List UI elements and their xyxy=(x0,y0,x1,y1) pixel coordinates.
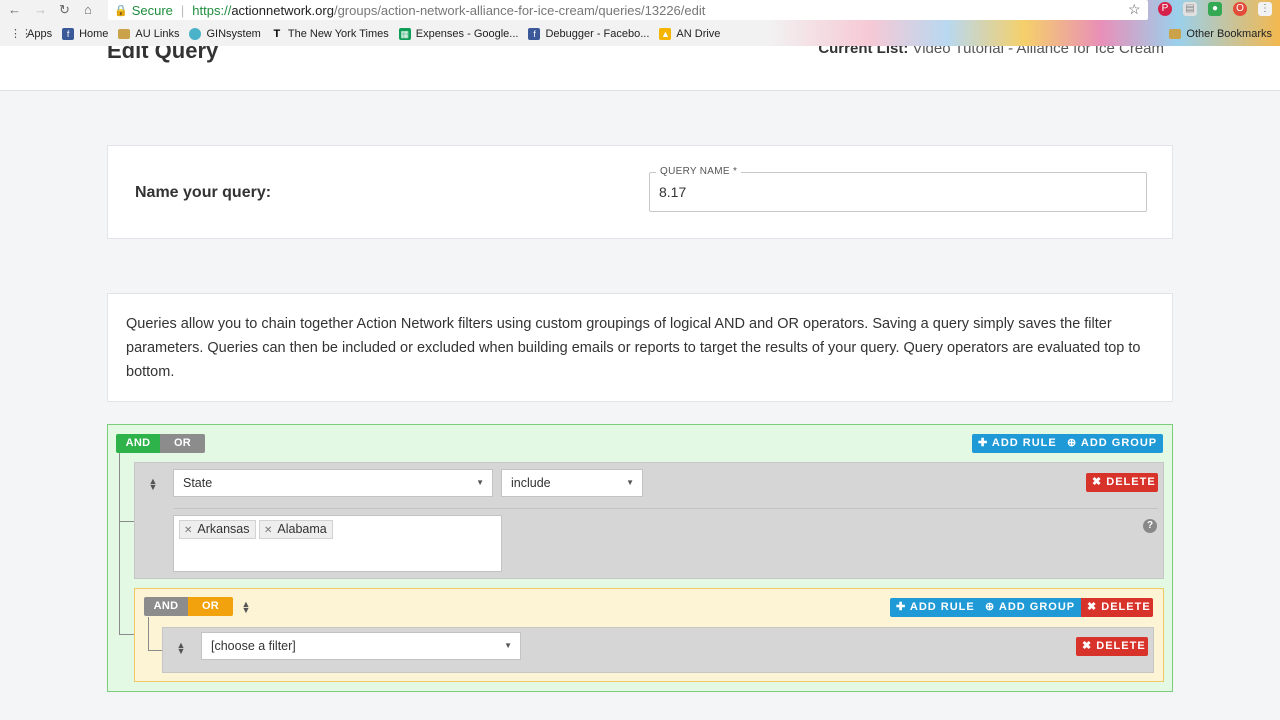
delete-group-button[interactable]: ✖ DELETE xyxy=(1081,598,1153,617)
bookmark-apps[interactable]: ⋮⋮ Apps xyxy=(10,28,52,40)
remove-tag-icon[interactable]: ✕ xyxy=(264,525,272,536)
remove-tag-icon[interactable]: ✕ xyxy=(184,525,192,536)
forward-icon[interactable]: → xyxy=(34,2,47,18)
plus-circle-icon: ⊕ xyxy=(1067,437,1081,449)
url-domain: actionnetwork.org xyxy=(231,2,334,18)
current-list-label: Current List: xyxy=(818,46,909,57)
close-icon: ✖ xyxy=(1082,640,1097,652)
filter-select[interactable]: State ▼ xyxy=(173,469,493,497)
browser-chrome: ← → ↻ ⌂ 🔒 Secure | https:// actionnetwor… xyxy=(0,0,1280,46)
page-header: Edit Query Current List: Video Tutorial … xyxy=(0,46,1280,91)
tree-line xyxy=(148,650,162,651)
bookmark-ginsystem[interactable]: GINsystem xyxy=(189,28,261,40)
bookmark-au-links[interactable]: AU Links xyxy=(118,28,179,40)
home-icon[interactable]: ⌂ xyxy=(84,2,92,18)
query-name-field[interactable]: QUERY NAME * 8.17 xyxy=(649,166,1147,212)
pinterest-icon[interactable]: P xyxy=(1158,2,1172,16)
nyt-icon: T xyxy=(273,28,281,40)
bookmark-nyt[interactable]: T The New York Times xyxy=(271,28,388,40)
bookmark-an-drive[interactable]: ▲ AN Drive xyxy=(659,28,720,40)
nested-add-rule-button[interactable]: ✚ ADD RULE xyxy=(890,598,979,617)
group-sort-handle-icon[interactable]: ▲ ▼ xyxy=(241,600,251,615)
tree-line xyxy=(119,453,120,635)
lock-icon: 🔒 xyxy=(114,4,128,17)
add-rule-button[interactable]: ✚ ADD RULE xyxy=(972,434,1061,453)
nested-add-group-button[interactable]: ⊕ ADD GROUP xyxy=(979,598,1081,617)
description-card: Queries allow you to chain together Acti… xyxy=(107,293,1173,402)
tree-line xyxy=(119,634,135,635)
menu-dots-icon[interactable]: ⋮ xyxy=(1258,2,1272,16)
description-text: Queries allow you to chain together Acti… xyxy=(126,316,1141,380)
url-scheme: https:// xyxy=(192,2,232,18)
folder-icon xyxy=(118,29,131,39)
plus-circle-icon: ⊕ xyxy=(985,601,999,613)
address-row: ← → ↻ ⌂ 🔒 Secure | https:// actionnetwor… xyxy=(0,0,1280,20)
and-toggle[interactable]: AND xyxy=(116,434,160,453)
bookmark-expenses[interactable]: ▦ Expenses - Google... xyxy=(398,28,518,40)
bookmark-debugger[interactable]: f Debugger - Facebo... xyxy=(528,28,649,40)
opera-icon[interactable]: O xyxy=(1233,2,1247,16)
facebook-icon: f xyxy=(62,28,75,40)
plus-icon: ✚ xyxy=(896,601,910,613)
chevron-down-icon: ▼ xyxy=(626,478,634,487)
tree-line xyxy=(119,521,135,522)
current-list-value[interactable]: Video Tutorial - Alliance for Ice Cream xyxy=(912,46,1164,57)
nested-or-toggle[interactable]: OR xyxy=(188,597,233,616)
extension-green-icon[interactable]: ● xyxy=(1208,2,1222,16)
folder-icon xyxy=(1169,29,1182,39)
nested-and-toggle[interactable]: AND xyxy=(144,597,188,616)
url-separator: | xyxy=(180,2,185,18)
name-query-label: Name your query: xyxy=(135,184,272,201)
close-icon: ✖ xyxy=(1092,476,1107,488)
sort-handle-icon[interactable]: ▲ ▼ xyxy=(176,641,186,656)
plus-icon: ✚ xyxy=(978,437,992,449)
drive-icon: ▲ xyxy=(659,28,672,40)
add-group-button[interactable]: ⊕ ADD GROUP xyxy=(1061,434,1163,453)
url-bar[interactable]: 🔒 Secure | https:// actionnetwork.org /g… xyxy=(108,0,1148,20)
query-name-card: Name your query: QUERY NAME * 8.17 xyxy=(107,145,1173,239)
bookmark-star-icon[interactable]: ☆ xyxy=(1128,1,1141,18)
query-name-input[interactable]: 8.17 xyxy=(659,184,686,200)
chevron-down-icon: ▼ xyxy=(504,641,512,650)
chevron-down-icon: ▼ xyxy=(476,478,484,487)
choose-filter-select[interactable]: [choose a filter] ▼ xyxy=(201,632,521,660)
facebook-icon: f xyxy=(528,28,541,40)
document-icon[interactable]: ▤ xyxy=(1183,2,1197,16)
secure-label: Secure xyxy=(131,2,173,18)
tag-alabama[interactable]: ✕ Alabama xyxy=(259,520,333,539)
globe-icon xyxy=(189,28,202,40)
tree-line xyxy=(148,617,149,651)
sheets-icon: ▦ xyxy=(398,28,411,40)
close-icon: ✖ xyxy=(1087,601,1102,613)
bookmarks-bar: ⋮⋮ Apps f Home AU Links GINsystem T The New… xyxy=(0,24,1280,44)
bookmark-home[interactable]: f Home xyxy=(62,28,108,40)
tag-arkansas[interactable]: ✕ Arkansas xyxy=(179,520,256,539)
delete-rule-button[interactable]: ✖ DELETE xyxy=(1086,473,1158,492)
page-title: Edit Query xyxy=(107,46,219,63)
apps-grid-icon: ⋮⋮ xyxy=(10,28,32,40)
other-bookmarks[interactable]: Other Bookmarks xyxy=(1169,24,1272,44)
current-list: Current List: Video Tutorial - Alliance … xyxy=(818,46,1164,57)
state-tags-input[interactable]: ✕ Arkansas ✕ Alabama xyxy=(173,515,502,572)
help-icon[interactable]: ? xyxy=(1143,519,1157,533)
or-toggle[interactable]: OR xyxy=(160,434,205,453)
query-name-legend: QUERY NAME * xyxy=(656,166,742,177)
reload-icon[interactable]: ↻ xyxy=(59,2,70,18)
rule-divider xyxy=(174,508,1158,509)
sort-handle-icon[interactable]: ▲ ▼ xyxy=(148,477,158,492)
back-icon[interactable]: ← xyxy=(8,2,21,18)
url-path: /groups/action-network-alliance-for-ice-… xyxy=(333,2,706,18)
delete-nested-rule-button[interactable]: ✖ DELETE xyxy=(1076,637,1148,656)
operator-select[interactable]: include ▼ xyxy=(501,469,643,497)
